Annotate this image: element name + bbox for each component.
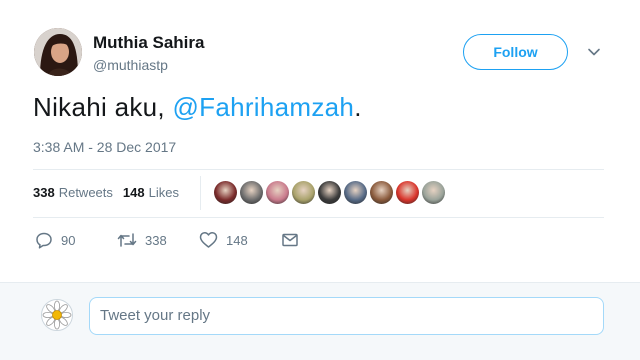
likes-label: Likes bbox=[148, 185, 179, 200]
retweeter-avatar[interactable] bbox=[318, 181, 341, 204]
likes-count: 148 bbox=[122, 185, 145, 200]
likes-stat[interactable]: 148 Likes bbox=[123, 185, 179, 200]
divider bbox=[33, 217, 604, 218]
mention-link[interactable]: @Fahrihamzah bbox=[172, 92, 354, 122]
retweets-stat[interactable]: 338 Retweets bbox=[33, 185, 113, 200]
user-avatar[interactable] bbox=[41, 299, 73, 331]
action-bar: 90 338 148 bbox=[35, 231, 299, 249]
reply-icon bbox=[36, 232, 52, 249]
like-count: 148 bbox=[226, 232, 248, 248]
retweeter-avatar[interactable] bbox=[422, 181, 445, 204]
author-avatar[interactable] bbox=[34, 28, 82, 76]
retweeter-avatar[interactable] bbox=[344, 181, 367, 204]
retweeter-avatar[interactable] bbox=[240, 181, 263, 204]
tweet-timestamp[interactable]: 3:38 AM - 28 Dec 2017 bbox=[33, 139, 176, 155]
retweet-icon bbox=[117, 233, 137, 247]
author-name[interactable]: Muthia Sahira bbox=[93, 33, 204, 53]
divider bbox=[33, 169, 604, 170]
heart-icon bbox=[199, 232, 218, 248]
direct-message-action[interactable] bbox=[281, 232, 299, 248]
retweeter-avatars bbox=[214, 181, 445, 204]
reply-input[interactable]: Tweet your reply bbox=[89, 297, 604, 335]
reply-action[interactable]: 90 bbox=[35, 231, 117, 249]
tweet-card: Muthia Sahira @muthiastp Follow Nikahi a… bbox=[0, 0, 640, 282]
like-action[interactable]: 148 bbox=[199, 231, 281, 249]
retweeter-avatar[interactable] bbox=[370, 181, 393, 204]
retweeter-avatar[interactable] bbox=[396, 181, 419, 204]
retweet-action[interactable]: 338 bbox=[117, 231, 199, 249]
retweets-label: Retweets bbox=[58, 185, 113, 200]
reply-count: 90 bbox=[61, 232, 76, 248]
tweet-text-body: Nikahi aku, bbox=[33, 92, 173, 122]
engagement-stats: 338 Retweets 148 Likes bbox=[33, 185, 179, 200]
tweet-text-end: . bbox=[354, 92, 362, 122]
retweets-count: 338 bbox=[33, 185, 55, 200]
chevron-down-icon[interactable] bbox=[586, 44, 602, 60]
retweeter-avatar[interactable] bbox=[214, 181, 237, 204]
author-handle[interactable]: @muthiastp bbox=[93, 57, 168, 73]
retweet-count: 338 bbox=[145, 232, 167, 248]
tweet-text: Nikahi aku, @Fahrihamzah. bbox=[33, 92, 362, 123]
reply-composer: Tweet your reply bbox=[0, 282, 640, 360]
retweeter-avatar[interactable] bbox=[266, 181, 289, 204]
stats-separator bbox=[200, 176, 201, 210]
daisy-icon bbox=[42, 300, 72, 330]
follow-button[interactable]: Follow bbox=[463, 34, 568, 70]
retweeter-avatar[interactable] bbox=[292, 181, 315, 204]
envelope-icon bbox=[282, 233, 298, 247]
